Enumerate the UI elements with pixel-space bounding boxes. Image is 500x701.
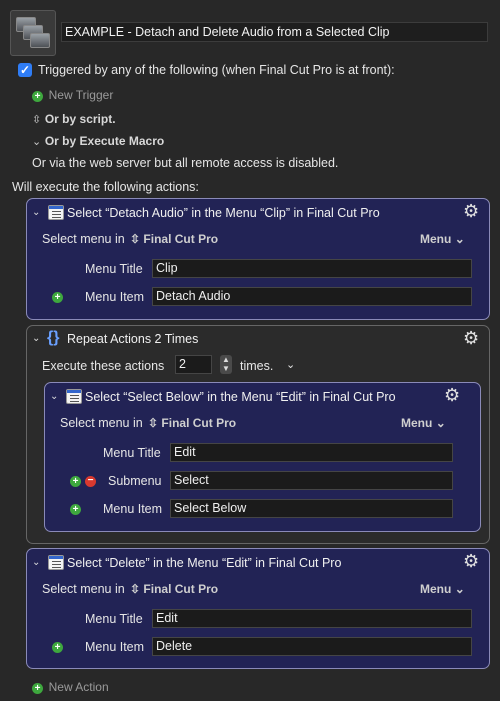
execute-macro-label: Or by Execute Macro	[44, 134, 165, 148]
braces-icon: {}	[47, 329, 60, 346]
by-script-disclosure[interactable]: ⇳ Or by script.	[32, 111, 116, 126]
menu-popup-label: Menu	[420, 232, 452, 246]
add-icon[interactable]: +	[70, 504, 81, 515]
action-title: Select “Detach Audio” in the Menu “Clip”…	[67, 206, 380, 220]
menu-action-icon	[48, 555, 64, 570]
target-app-popup[interactable]: ⇳ Final Cut Pro	[130, 582, 218, 596]
menu-title-label: Menu Title	[85, 262, 143, 276]
action-select-detach-audio[interactable]: ⌄ Select “Detach Audio” in the Menu “Cli…	[26, 198, 490, 320]
menu-popup-label: Menu	[420, 582, 452, 596]
submenu-field[interactable]: Select	[170, 471, 453, 490]
times-label: times.	[240, 359, 274, 373]
will-execute-heading: Will execute the following actions:	[12, 180, 199, 194]
gear-icon[interactable]: ⚙	[463, 202, 479, 220]
chevron-down-icon: ⌄	[435, 416, 446, 430]
updown-icon: ⇳	[130, 582, 141, 596]
action-title: Select “Select Below” in the Menu “Edit”…	[85, 390, 396, 404]
menu-title-field[interactable]: Edit	[152, 609, 472, 628]
action-select-delete[interactable]: ⌄ Select “Delete” in the Menu “Edit” in …	[26, 548, 490, 669]
menu-title-field[interactable]: Clip	[152, 259, 472, 278]
new-trigger-button[interactable]: + New Trigger	[32, 87, 113, 102]
target-app-popup[interactable]: ⇳ Final Cut Pro	[130, 232, 218, 246]
repeat-count-field[interactable]: 2	[175, 355, 212, 374]
submenu-label: Submenu	[108, 474, 162, 488]
add-icon[interactable]: +	[52, 292, 63, 303]
menu-popup[interactable]: Menu ⌄	[401, 416, 446, 430]
trigger-enabled-checkbox[interactable]: ✓	[18, 63, 32, 77]
menu-item-label: Menu Item	[103, 502, 163, 516]
action-select-select-below[interactable]: ⌄ Select “Select Below” in the Menu “Edi…	[44, 382, 481, 532]
action-title: Select “Delete” in the Menu “Edit” in Fi…	[67, 556, 342, 570]
collapse-chevron-icon[interactable]: ⌄	[32, 207, 40, 218]
add-icon: +	[32, 683, 43, 694]
updown-icon: ⇳	[148, 416, 159, 430]
new-action-button[interactable]: + New Action	[32, 679, 109, 694]
remove-icon[interactable]: −	[85, 476, 96, 487]
menu-item-label: Menu Item	[85, 290, 145, 304]
menu-title-label: Menu Title	[103, 446, 161, 460]
target-app-label: Final Cut Pro	[143, 582, 219, 596]
repeat-count-stepper[interactable]: ▲ ▼	[220, 355, 232, 374]
menu-popup[interactable]: Menu ⌄	[420, 232, 465, 246]
menu-item-field[interactable]: Select Below	[170, 499, 453, 518]
macro-title-field[interactable]: EXAMPLE - Detach and Delete Audio from a…	[61, 22, 488, 42]
menu-item-field[interactable]: Delete	[152, 637, 472, 656]
chevron-down-icon[interactable]: ⌄	[286, 358, 295, 371]
collapse-chevron-icon[interactable]: ⌄	[50, 391, 58, 402]
menu-action-icon	[48, 205, 64, 220]
gear-icon[interactable]: ⚙	[463, 329, 479, 347]
collapse-chevron-icon[interactable]: ⌄	[32, 557, 40, 568]
menu-title-label: Menu Title	[85, 612, 143, 626]
menu-item-field[interactable]: Detach Audio	[152, 287, 472, 306]
select-menu-in-label: Select menu in	[42, 232, 125, 246]
chevron-down-icon: ⌄	[454, 582, 465, 596]
add-icon[interactable]: +	[52, 642, 63, 653]
action-title: Repeat Actions 2 Times	[67, 332, 199, 346]
new-trigger-label: New Trigger	[48, 88, 114, 102]
new-action-label: New Action	[48, 680, 109, 694]
select-menu-in-label: Select menu in	[42, 582, 125, 596]
select-menu-in-label: Select menu in	[60, 416, 143, 430]
add-icon: +	[32, 91, 43, 102]
execute-macro-disclosure[interactable]: ⌄ Or by Execute Macro	[32, 133, 164, 148]
gear-icon[interactable]: ⚙	[463, 552, 479, 570]
by-script-label: Or by script.	[44, 112, 116, 126]
web-server-note: Or via the web server but all remote acc…	[32, 156, 339, 170]
gear-icon[interactable]: ⚙	[444, 386, 460, 404]
menu-action-icon	[66, 389, 82, 404]
target-app-popup[interactable]: ⇳ Final Cut Pro	[148, 416, 236, 430]
updown-icon: ⇳	[130, 232, 141, 246]
chevron-down-icon: ⌄	[454, 232, 465, 246]
menu-title-field[interactable]: Edit	[170, 443, 453, 462]
updown-icon: ⇳	[32, 114, 42, 126]
chevron-down-icon: ⌄	[32, 136, 42, 148]
menu-popup[interactable]: Menu ⌄	[420, 582, 465, 596]
execute-these-actions-label: Execute these actions	[42, 359, 165, 373]
menu-popup-label: Menu	[401, 416, 433, 430]
add-icon[interactable]: +	[70, 476, 81, 487]
action-repeat-group[interactable]: ⌄ {} Repeat Actions 2 Times ⚙ Execute th…	[26, 325, 490, 544]
target-app-label: Final Cut Pro	[143, 232, 219, 246]
menu-item-label: Menu Item	[85, 640, 145, 654]
target-app-label: Final Cut Pro	[161, 416, 237, 430]
collapse-chevron-icon[interactable]: ⌄	[32, 333, 40, 344]
macro-icon[interactable]	[10, 10, 56, 56]
trigger-description: Triggered by any of the following (when …	[38, 63, 395, 77]
